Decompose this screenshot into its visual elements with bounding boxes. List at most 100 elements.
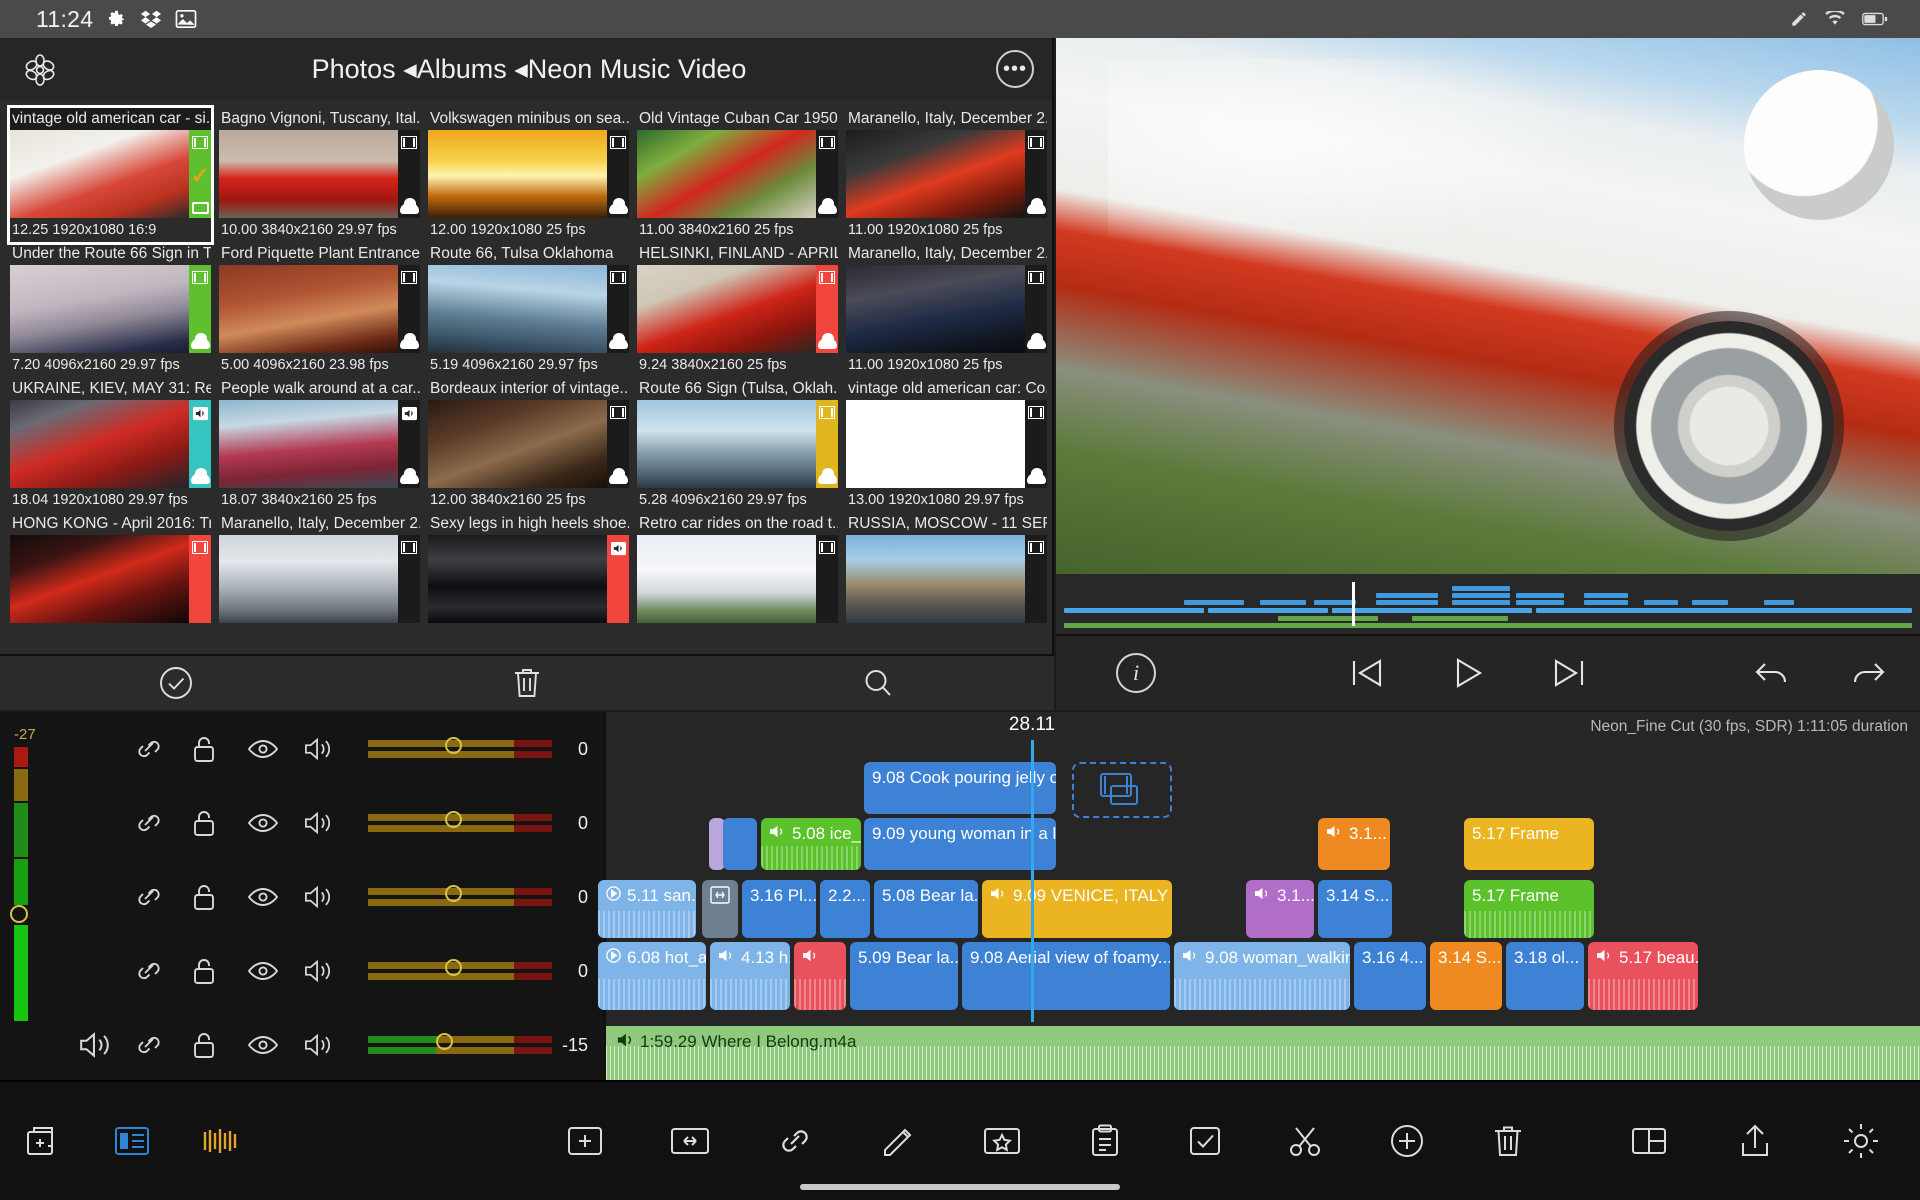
- flower-menu-icon[interactable]: [18, 47, 62, 91]
- media-item-thumbnail[interactable]: [637, 265, 838, 353]
- media-item[interactable]: vintage old american car - si...✓12.25 1…: [10, 108, 211, 242]
- media-item[interactable]: Bagno Vignoni, Tuscany, Ital...10.00 384…: [219, 108, 420, 242]
- media-item-thumbnail[interactable]: [10, 535, 211, 623]
- viewer-mini-timeline[interactable]: [1056, 574, 1920, 634]
- more-options-button[interactable]: •••: [996, 50, 1034, 88]
- mixer-channel-list[interactable]: 0000-15: [56, 712, 604, 1080]
- trash-icon[interactable]: [1492, 1123, 1524, 1159]
- select-all-button[interactable]: [0, 665, 351, 701]
- link-icon[interactable]: [134, 735, 190, 763]
- photos-icon[interactable]: [175, 9, 197, 29]
- plus-circle-icon[interactable]: [1388, 1123, 1426, 1159]
- eye-icon[interactable]: [247, 1033, 303, 1057]
- mixer-channel-row[interactable]: 0: [56, 712, 604, 786]
- mixer-channel-row[interactable]: 0: [56, 934, 604, 1008]
- media-item[interactable]: Bordeaux interior of vintage...12.00 384…: [428, 378, 629, 512]
- media-item-thumbnail[interactable]: [428, 130, 629, 218]
- mixer-channel-row[interactable]: -15: [56, 1008, 604, 1082]
- media-item[interactable]: Old Vintage Cuban Car 1950...11.00 3840x…: [637, 108, 838, 242]
- media-item-thumbnail[interactable]: [637, 535, 838, 623]
- timeline-clip[interactable]: 3.1...: [1246, 880, 1314, 938]
- media-item-thumbnail[interactable]: [637, 130, 838, 218]
- timeline-clip[interactable]: [702, 880, 738, 938]
- timeline-icon[interactable]: [202, 1124, 240, 1158]
- media-item-thumbnail[interactable]: [219, 400, 420, 488]
- volume-slider[interactable]: [368, 956, 552, 986]
- playhead[interactable]: [1031, 740, 1034, 1022]
- slider-knob[interactable]: [445, 885, 462, 902]
- speaker-icon[interactable]: [303, 884, 359, 910]
- search-button[interactable]: [703, 666, 1054, 700]
- eye-icon[interactable]: [247, 811, 303, 835]
- media-item[interactable]: Under the Route 66 Sign in T...7.20 4096…: [10, 243, 211, 377]
- play-icon[interactable]: [1453, 657, 1483, 689]
- pencil-icon[interactable]: [1790, 10, 1808, 28]
- gear-icon[interactable]: [1842, 1122, 1880, 1160]
- media-item-thumbnail[interactable]: [428, 400, 629, 488]
- media-item-thumbnail[interactable]: [846, 535, 1047, 623]
- timeline-clip[interactable]: 3.16 4...: [1354, 942, 1426, 1010]
- scissors-icon[interactable]: [1288, 1124, 1322, 1158]
- skip-next-icon[interactable]: [1553, 657, 1587, 689]
- timeline-clip[interactable]: 5.17 Frame: [1464, 818, 1594, 870]
- lock-icon[interactable]: [191, 956, 247, 986]
- media-item[interactable]: HONG KONG - April 2016: Tr...: [10, 513, 211, 647]
- star-frame-icon[interactable]: [982, 1124, 1022, 1158]
- timeline-clip[interactable]: 9.08 Cook pouring jelly o ..: [864, 762, 1056, 814]
- timeline-clip[interactable]: 9.09 VENICE, ITALY - F...: [982, 880, 1172, 938]
- skip-previous-icon[interactable]: [1349, 657, 1383, 689]
- link-icon[interactable]: [134, 957, 190, 985]
- checkbox-icon[interactable]: [1188, 1124, 1222, 1158]
- media-item-thumbnail[interactable]: [10, 265, 211, 353]
- timeline-panel[interactable]: 28.11 Neon_Fine Cut (30 fps, SDR) 1:11:0…: [604, 712, 1920, 1080]
- mixer-channel-row[interactable]: 0: [56, 860, 604, 934]
- lock-icon[interactable]: [191, 1030, 247, 1060]
- share-icon[interactable]: [1738, 1123, 1772, 1159]
- timeline-clip[interactable]: 9.09 young woman in a lo...: [864, 818, 1056, 870]
- media-item[interactable]: RUSSIA, MOSCOW - 11 SEP...: [846, 513, 1047, 647]
- transition-icon[interactable]: [670, 1124, 710, 1158]
- layout-icon[interactable]: [1630, 1124, 1668, 1158]
- media-item[interactable]: Maranello, Italy, December 2...: [219, 513, 420, 647]
- speaker-icon[interactable]: [303, 736, 359, 762]
- speaker-icon[interactable]: [78, 1030, 134, 1060]
- mini-timeline-playhead[interactable]: [1352, 582, 1355, 626]
- timeline-clip[interactable]: 5.08 ice_...: [761, 818, 861, 870]
- media-item-thumbnail[interactable]: [219, 535, 420, 623]
- volume-slider[interactable]: [368, 734, 552, 764]
- timeline-clip[interactable]: 5.08 Bear la...: [874, 880, 978, 938]
- link-icon[interactable]: [134, 883, 190, 911]
- timeline-clip[interactable]: [794, 942, 846, 1010]
- timeline-tracks[interactable]: 1:59.29 Where I Belong.m4a 9.08 Cook pou…: [606, 740, 1920, 1080]
- media-item-thumbnail[interactable]: [428, 535, 629, 623]
- add-box-icon[interactable]: [566, 1124, 604, 1158]
- speaker-icon[interactable]: [303, 1032, 359, 1058]
- timeline-clip[interactable]: 3.1...: [1318, 818, 1390, 870]
- timeline-clip[interactable]: 5.09 Bear la...: [850, 942, 958, 1010]
- media-item-thumbnail[interactable]: [846, 265, 1047, 353]
- video-preview[interactable]: [1056, 38, 1920, 574]
- media-item[interactable]: vintage old american car: Co...13.00 192…: [846, 378, 1047, 512]
- media-item[interactable]: Sexy legs in high heels shoe...: [428, 513, 629, 647]
- timeline-clip[interactable]: 5.17 beau...: [1588, 942, 1698, 1010]
- eye-icon[interactable]: [247, 885, 303, 909]
- eye-icon[interactable]: [247, 959, 303, 983]
- timeline-clip[interactable]: 3.16 Pl...: [742, 880, 816, 938]
- media-item-thumbnail[interactable]: [846, 400, 1047, 488]
- link-icon[interactable]: [134, 809, 190, 837]
- media-item-thumbnail[interactable]: [219, 265, 420, 353]
- speaker-icon[interactable]: [303, 810, 359, 836]
- link-icon[interactable]: [776, 1124, 814, 1158]
- timeline-clip[interactable]: 6.08 hot_air...: [598, 942, 706, 1010]
- media-item-thumbnail[interactable]: ✓: [10, 130, 211, 218]
- media-grid[interactable]: vintage old american car - si...✓12.25 1…: [0, 100, 1054, 655]
- slider-knob[interactable]: [445, 737, 462, 754]
- lock-icon[interactable]: [191, 734, 247, 764]
- timeline-clip[interactable]: 3.18 ol...: [1506, 942, 1584, 1010]
- media-item[interactable]: Maranello, Italy, December 2...11.00 192…: [846, 243, 1047, 377]
- speaker-icon[interactable]: [303, 958, 359, 984]
- media-item[interactable]: Ford Piquette Plant Entrance...5.00 4096…: [219, 243, 420, 377]
- media-item[interactable]: Maranello, Italy, December 2...11.00 192…: [846, 108, 1047, 242]
- info-button[interactable]: i: [1056, 653, 1216, 693]
- timeline-clip[interactable]: 5.17 Frame: [1464, 880, 1594, 938]
